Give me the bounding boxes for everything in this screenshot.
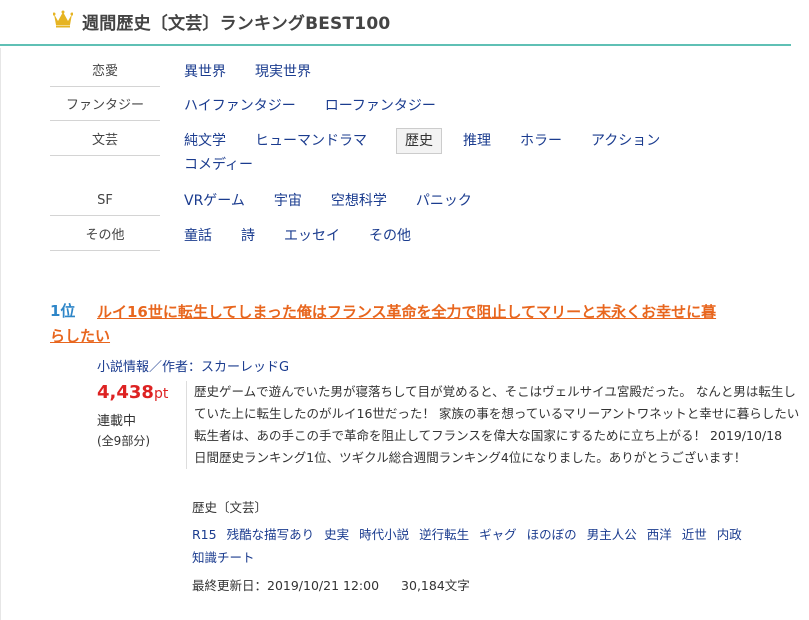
genre-label-literature: 文芸 xyxy=(50,127,160,156)
char-count: 30,184文字 xyxy=(401,578,470,593)
genre-label-sf: SF xyxy=(50,187,160,216)
update-info: 最終更新日：2019/10/21 12:00 30,184文字 xyxy=(192,575,492,594)
novel-summary: 歴史ゲームで遊んでいた男が寝落ちして目が覚めると、そこはヴェルサイユ宮殿だった。… xyxy=(186,381,800,469)
genre-link-real-world[interactable]: 現実世界 xyxy=(255,58,311,86)
serial-status: 連載中 xyxy=(97,414,137,429)
genre-link-high-fantasy[interactable]: ハイファンタジー xyxy=(184,92,296,120)
genre-row-fantasy: ファンタジー ハイファンタジー ローファンタジー xyxy=(50,92,790,122)
tag-period-novel[interactable]: 時代小説 xyxy=(359,523,409,546)
genre-link-vr-game[interactable]: VRゲーム xyxy=(184,187,245,215)
tag-historical-fact[interactable]: 史実 xyxy=(324,523,349,546)
genre-row-literature: 文芸 純文学 ヒューマンドラマ 歴史 推理 ホラー アクション コメディー xyxy=(50,127,790,183)
crown-icon xyxy=(53,10,73,28)
genre-label-other: その他 xyxy=(50,222,160,251)
genre-label-romance: 恋愛 xyxy=(50,58,160,87)
novel-info-link[interactable]: 小説情報／作者：スカーレッドG xyxy=(97,356,289,375)
genre-row-romance: 恋愛 異世界 現実世界 xyxy=(50,58,790,88)
tag-r15[interactable]: R15 xyxy=(192,523,217,546)
genre-link-essay[interactable]: エッセイ xyxy=(284,222,340,250)
tag-reverse-reincarnation[interactable]: 逆行転生 xyxy=(419,523,469,546)
tag-western[interactable]: 西洋 xyxy=(647,523,672,546)
genre-link-low-fantasy[interactable]: ローファンタジー xyxy=(325,92,436,120)
keyword-tags: R15 残酷な描写あり 史実 時代小説 逆行転生 ギャグ ほのぼの 男主人公 西洋 近世 内政知識チ… xyxy=(192,523,792,569)
novel-genre: 歴史〔文芸〕 xyxy=(192,500,268,515)
points-unit: pt xyxy=(153,386,169,402)
tag-gag[interactable]: ギャグ xyxy=(479,523,517,546)
tag-knowledge-cheat[interactable]: 知識チート xyxy=(192,546,255,569)
genre-link-mystery[interactable]: 推理 xyxy=(463,127,491,155)
tag-early-modern[interactable]: 近世 xyxy=(682,523,707,546)
ranking-header: 週間歴史〔文芸〕ランキングBEST100 xyxy=(0,0,791,46)
content-divider xyxy=(0,48,1,620)
genre-link-fairy-tale[interactable]: 童話 xyxy=(184,222,212,250)
tag-domestic-affairs[interactable]: 内政 xyxy=(717,523,742,546)
genre-link-other[interactable]: その他 xyxy=(369,222,411,250)
genre-link-poem[interactable]: 詩 xyxy=(241,222,255,250)
points: 4,438pt xyxy=(97,382,168,403)
page-title: 週間歴史〔文芸〕ランキングBEST100 xyxy=(82,14,391,34)
points-value: 4,438 xyxy=(97,382,154,403)
genre-link-action[interactable]: アクション xyxy=(591,127,660,155)
tag-male-protagonist[interactable]: 男主人公 xyxy=(587,523,637,546)
novel-title-link[interactable]: ルイ16世に転生してしまった俺はフランス革命を全力で阻止してマリーと末永くお幸せ… xyxy=(97,300,787,324)
genre-link-human-drama[interactable]: ヒューマンドラマ xyxy=(255,127,367,155)
rank-number: 1位 xyxy=(50,302,76,320)
genre-link-sci-fi[interactable]: 空想科学 xyxy=(331,187,387,215)
genre-link-panic[interactable]: パニック xyxy=(416,187,472,215)
genre-link-comedy[interactable]: コメディー xyxy=(184,151,253,179)
last-updated: 最終更新日：2019/10/21 12:00 xyxy=(192,578,380,593)
tag-heartwarming[interactable]: ほのぼの xyxy=(527,523,577,546)
novel-title-link-continued[interactable]: らしたい xyxy=(50,324,110,348)
genre-link-horror[interactable]: ホラー xyxy=(520,127,562,155)
genre-link-space[interactable]: 宇宙 xyxy=(274,187,302,215)
genre-row-sf: SF VRゲーム 宇宙 空想科学 パニック xyxy=(50,187,790,217)
genre-row-other: その他 童話 詩 エッセイ その他 xyxy=(50,222,790,252)
tag-cruel-depiction[interactable]: 残酷な描写あり xyxy=(227,523,315,546)
genre-label-fantasy: ファンタジー xyxy=(50,92,160,121)
genre-link-history-active[interactable]: 歴史 xyxy=(396,128,442,154)
parts-count: (全9部分) xyxy=(97,434,150,448)
genre-link-isekai[interactable]: 異世界 xyxy=(184,58,226,86)
